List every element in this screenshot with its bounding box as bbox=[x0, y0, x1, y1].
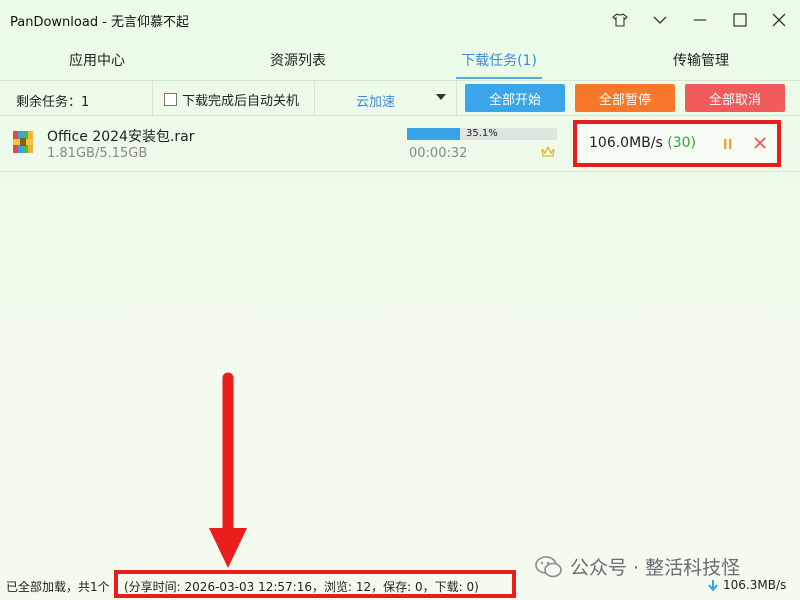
total-speed: 106.3MB/s bbox=[708, 578, 786, 592]
speed-value: 106.0MB/s bbox=[589, 135, 663, 151]
start-all-button[interactable]: 全部开始 bbox=[465, 84, 565, 112]
share-info-highlight: (分享时间: 2026-03-03 12:57:16，浏览: 12，保存: 0，… bbox=[114, 570, 516, 598]
progress-fill bbox=[407, 128, 460, 140]
maximize-icon bbox=[733, 13, 747, 27]
speed-highlight: 106.0MB/s (30) bbox=[573, 120, 781, 167]
divider bbox=[152, 81, 153, 115]
cancel-icon[interactable] bbox=[753, 136, 767, 150]
archive-icon bbox=[13, 131, 33, 153]
shirt-icon bbox=[612, 13, 628, 27]
pause-icon[interactable] bbox=[723, 138, 733, 150]
title-bar: PanDownload - 无言仰慕不起 bbox=[0, 0, 800, 40]
file-size: 1.81GB/5.15GB bbox=[47, 146, 148, 161]
main-tabs: 应用中心 资源列表 下载任务(1) 传输管理 bbox=[0, 44, 800, 80]
share-info: (分享时间: 2026-03-03 12:57:16，浏览: 12，保存: 0，… bbox=[124, 580, 479, 594]
watermark: 公众号 · 整活科技怪 bbox=[534, 553, 740, 580]
elapsed-time: 00:00:32 bbox=[409, 146, 468, 161]
chevron-down-icon bbox=[653, 16, 667, 24]
tab-download-tasks[interactable]: 下载任务(1) bbox=[429, 50, 569, 70]
download-arrow-icon bbox=[708, 580, 718, 591]
download-speed: 106.0MB/s (30) bbox=[589, 135, 696, 151]
remaining-tasks: 剩余任务：1 bbox=[16, 95, 90, 110]
connection-count: (30) bbox=[667, 135, 696, 151]
load-status: 已全部加载，共1个 bbox=[6, 580, 110, 594]
menu-button[interactable] bbox=[648, 8, 672, 32]
auto-shutdown-label: 下载完成后自动关机 bbox=[182, 94, 300, 109]
minimize-icon bbox=[694, 19, 706, 21]
pause-all-button[interactable]: 全部暂停 bbox=[575, 84, 675, 112]
red-arrow-annotation bbox=[209, 372, 247, 568]
auto-shutdown-checkbox[interactable] bbox=[164, 93, 177, 106]
tab-resource-list[interactable]: 资源列表 bbox=[228, 50, 368, 70]
divider bbox=[314, 81, 315, 115]
auto-shutdown-option[interactable]: 下载完成后自动关机 bbox=[164, 90, 299, 109]
crown-icon bbox=[541, 146, 555, 157]
close-icon bbox=[772, 13, 786, 27]
app-title: PanDownload - 无言仰慕不起 bbox=[10, 15, 190, 30]
active-tab-indicator bbox=[456, 77, 542, 79]
cloud-accel-select[interactable]: 云加速 bbox=[356, 91, 395, 110]
chevron-down-icon[interactable] bbox=[436, 94, 446, 100]
toolbar: 剩余任务：1 下载完成后自动关机 云加速 全部开始 全部暂停 全部取消 bbox=[0, 80, 800, 116]
progress-percent: 35.1% bbox=[466, 128, 498, 139]
tab-transfer-management[interactable]: 传输管理 bbox=[631, 50, 771, 70]
watermark-text: 公众号 · 整活科技怪 bbox=[570, 557, 741, 579]
wechat-icon bbox=[535, 555, 562, 577]
cancel-all-button[interactable]: 全部取消 bbox=[685, 84, 785, 112]
tab-app-center[interactable]: 应用中心 bbox=[27, 50, 167, 70]
skin-button[interactable] bbox=[608, 8, 632, 32]
minimize-button[interactable] bbox=[688, 8, 712, 32]
total-speed-value: 106.3MB/s bbox=[723, 578, 787, 592]
divider bbox=[456, 81, 457, 115]
maximize-button[interactable] bbox=[728, 8, 752, 32]
file-name: Office 2024安装包.rar bbox=[47, 129, 195, 145]
close-button[interactable] bbox=[767, 8, 791, 32]
